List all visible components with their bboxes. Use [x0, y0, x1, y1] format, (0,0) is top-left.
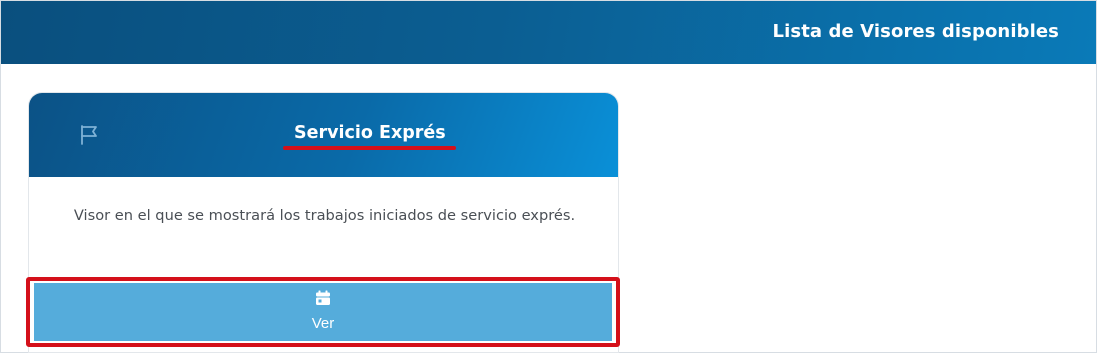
page-title: Lista de Visores disponibles — [772, 21, 1059, 42]
title-highlight-underline — [283, 146, 456, 150]
ver-button-label: Ver — [311, 315, 335, 332]
top-header-bar: Lista de Visores disponibles — [1, 1, 1096, 64]
card-title: Servicio Exprés — [294, 123, 446, 143]
calendar-icon — [316, 290, 330, 305]
card-description: Visor en el que se mostrará los trabajos… — [73, 207, 576, 224]
ver-button[interactable]: Ver — [34, 283, 612, 341]
card-header: Servicio Exprés — [29, 93, 618, 177]
flag-icon — [81, 125, 97, 145]
